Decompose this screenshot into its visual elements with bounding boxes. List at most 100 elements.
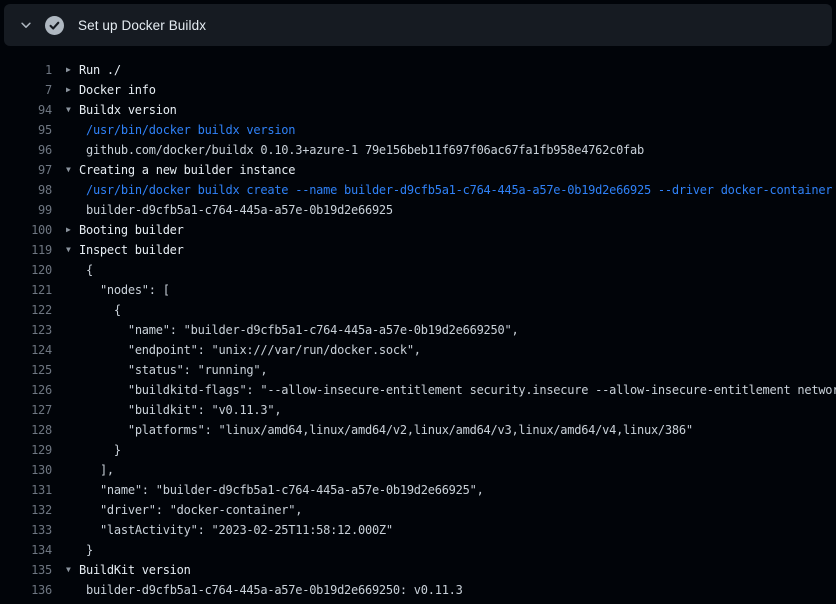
log-line-text: "buildkitd-flags": "--allow-insecure-ent…	[79, 380, 836, 400]
marker-spacer	[66, 280, 79, 300]
log-line-row: 123 "name": "builder-d9cfb5a1-c764-445a-…	[0, 320, 836, 340]
line-number-link[interactable]: 134	[0, 540, 52, 560]
marker-spacer	[66, 180, 79, 200]
marker-spacer	[66, 420, 79, 440]
log-group-row[interactable]: 135 ▼BuildKit version	[0, 560, 836, 580]
log-line-text: "name": "builder-d9cfb5a1-c764-445a-a57e…	[79, 480, 484, 500]
marker-spacer	[66, 320, 79, 340]
marker-spacer	[66, 580, 79, 600]
group-collapsed-icon[interactable]: ▶	[66, 60, 79, 80]
log-line-row: 131 "name": "builder-d9cfb5a1-c764-445a-…	[0, 480, 836, 500]
check-circle-icon	[44, 15, 64, 35]
line-number-link[interactable]: 136	[0, 580, 52, 600]
marker-spacer	[66, 520, 79, 540]
line-number-link[interactable]: 98	[0, 180, 52, 200]
log-line-text: "name": "builder-d9cfb5a1-c764-445a-a57e…	[79, 320, 518, 340]
marker-spacer	[66, 380, 79, 400]
line-number-link[interactable]: 126	[0, 380, 52, 400]
group-expanded-icon[interactable]: ▼	[66, 100, 79, 120]
log-line-text: "driver": "docker-container",	[79, 500, 302, 520]
log-line-row: 136 builder-d9cfb5a1-c764-445a-a57e-0b19d…	[0, 580, 836, 600]
group-collapsed-icon[interactable]: ▶	[66, 220, 79, 240]
log-line-row: 128 "platforms": "linux/amd64,linux/amd6…	[0, 420, 836, 440]
log-line-text: ],	[79, 460, 114, 480]
log-line-row: 98/usr/bin/docker buildx create --name b…	[0, 180, 836, 200]
marker-spacer	[66, 500, 79, 520]
line-number-link[interactable]: 99	[0, 200, 52, 220]
log-group-row[interactable]: 119 ▼Inspect builder	[0, 240, 836, 260]
log-line-row: 133 "lastActivity": "2023-02-25T11:58:12…	[0, 520, 836, 540]
line-number-link[interactable]: 127	[0, 400, 52, 420]
line-number-link[interactable]: 97	[0, 160, 52, 180]
log-line-text: github.com/docker/buildx 0.10.3+azure-1 …	[79, 140, 644, 160]
log-line-text: Creating a new builder instance	[79, 160, 295, 180]
log-line-row: 134}	[0, 540, 836, 560]
marker-spacer	[66, 340, 79, 360]
group-expanded-icon[interactable]: ▼	[66, 560, 79, 580]
line-number-link[interactable]: 94	[0, 100, 52, 120]
log-line-row: 126 "buildkitd-flags": "--allow-insecure…	[0, 380, 836, 400]
chevron-down-icon[interactable]	[18, 17, 34, 33]
marker-spacer	[66, 460, 79, 480]
marker-spacer	[66, 440, 79, 460]
line-number-link[interactable]: 130	[0, 460, 52, 480]
log-line-row: 124 "endpoint": "unix:///var/run/docker.…	[0, 340, 836, 360]
log-group-row[interactable]: 7▶Docker info	[0, 80, 836, 100]
log-group-row[interactable]: 1 ▶Run ./	[0, 60, 836, 80]
log-line-text: BuildKit version	[79, 560, 191, 580]
marker-spacer	[66, 260, 79, 280]
log-line-row: 96 github.com/docker/buildx 0.10.3+azure-…	[0, 140, 836, 160]
log-line-text: builder-d9cfb5a1-c764-445a-a57e-0b19d2e6…	[79, 580, 463, 600]
line-number-link[interactable]: 7	[0, 80, 52, 100]
line-number-link[interactable]: 1	[0, 60, 52, 80]
marker-spacer	[66, 400, 79, 420]
marker-spacer	[66, 140, 79, 160]
log-group-row[interactable]: 100 ▶Booting builder	[0, 220, 836, 240]
log-line-row: 132 "driver": "docker-container",	[0, 500, 836, 520]
log-line-row: 129 }	[0, 440, 836, 460]
marker-spacer	[66, 200, 79, 220]
line-number-link[interactable]: 123	[0, 320, 52, 340]
line-number-link[interactable]: 100	[0, 220, 52, 240]
log-line-text: "nodes": [	[79, 280, 170, 300]
log-line-row: 121 "nodes": [	[0, 280, 836, 300]
log-group-row[interactable]: 94▼Buildx version	[0, 100, 836, 120]
log-line-text: "endpoint": "unix:///var/run/docker.sock…	[79, 340, 421, 360]
line-number-link[interactable]: 119	[0, 240, 52, 260]
log-line-text: Inspect builder	[79, 240, 184, 260]
log-line-row: 125 "status": "running",	[0, 360, 836, 380]
group-expanded-icon[interactable]: ▼	[66, 160, 79, 180]
log-group-row[interactable]: 97 ▼Creating a new builder instance	[0, 160, 836, 180]
marker-spacer	[66, 540, 79, 560]
group-collapsed-icon[interactable]: ▶	[66, 80, 79, 100]
line-number-link[interactable]: 135	[0, 560, 52, 580]
line-number-link[interactable]: 121	[0, 280, 52, 300]
log-line-text: builder-d9cfb5a1-c764-445a-a57e-0b19d2e6…	[79, 200, 393, 220]
log-line-text: }	[79, 540, 93, 560]
line-number-link[interactable]: 124	[0, 340, 52, 360]
log-line-text: /usr/bin/docker buildx version	[79, 120, 295, 140]
line-number-link[interactable]: 95	[0, 120, 52, 140]
log-body: 1▶Run ./7▶Docker info94▼Buildx version95…	[0, 60, 836, 604]
log-line-text: Run ./	[79, 60, 121, 80]
log-line-text: /usr/bin/docker buildx create --name bui…	[79, 180, 832, 200]
line-number-link[interactable]: 120	[0, 260, 52, 280]
group-expanded-icon[interactable]: ▼	[66, 240, 79, 260]
line-number-link[interactable]: 129	[0, 440, 52, 460]
log-line-text: {	[79, 260, 93, 280]
log-line-row: 122 {	[0, 300, 836, 320]
log-line-text: "lastActivity": "2023-02-25T11:58:12.000…	[79, 520, 393, 540]
marker-spacer	[66, 480, 79, 500]
line-number-link[interactable]: 132	[0, 500, 52, 520]
step-header[interactable]: Set up Docker Buildx	[4, 4, 832, 46]
log-line-text: Booting builder	[79, 220, 184, 240]
line-number-link[interactable]: 133	[0, 520, 52, 540]
line-number-link[interactable]: 131	[0, 480, 52, 500]
line-number-link[interactable]: 96	[0, 140, 52, 160]
line-number-link[interactable]: 128	[0, 420, 52, 440]
line-number-link[interactable]: 122	[0, 300, 52, 320]
line-number-link[interactable]: 125	[0, 360, 52, 380]
log-line-row: 95/usr/bin/docker buildx version	[0, 120, 836, 140]
marker-spacer	[66, 360, 79, 380]
log-line-text: "status": "running",	[79, 360, 267, 380]
